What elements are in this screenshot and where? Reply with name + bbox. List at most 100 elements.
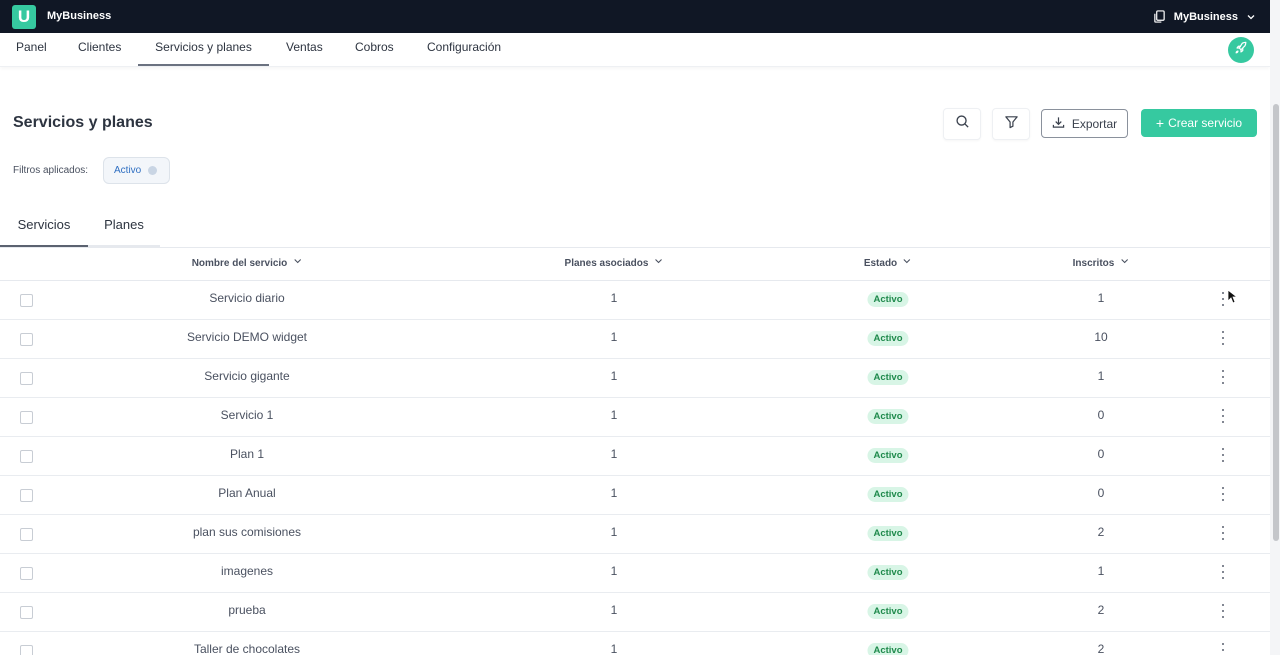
filter-icon [1004,114,1019,134]
filter-button[interactable] [992,108,1030,140]
row-checkbox[interactable] [20,567,33,580]
nav-item-cobros[interactable]: Cobros [355,33,394,65]
table-row[interactable]: Plan Anual 1 Activo 0 [0,475,1270,515]
sort-chevron-icon [653,249,663,279]
column-header-name[interactable]: Nombre del servicio [192,248,303,280]
row-menu-icon[interactable] [1219,448,1227,462]
row-menu-icon[interactable] [1219,409,1227,423]
table-row[interactable]: plan sus comisiones 1 Activo 2 [0,514,1270,554]
create-service-button[interactable]: + Crear servicio [1141,109,1257,137]
associated-plans: 1 [610,642,618,655]
row-checkbox[interactable] [20,411,33,424]
service-name: Taller de chocolates [193,642,301,655]
table-row[interactable]: Plan 1 1 Activo 0 [0,436,1270,476]
row-menu-icon[interactable] [1219,604,1227,618]
associated-plans: 1 [610,408,618,422]
service-name: Servicio diario [209,291,285,305]
row-checkbox[interactable] [20,606,33,619]
row-menu-icon[interactable] [1219,331,1227,345]
tab-servicios[interactable]: Servicios [0,210,88,247]
column-header-label: Inscritos [1072,258,1115,269]
nav-item-clientes[interactable]: Clientes [78,33,121,65]
column-header-label: Estado [863,258,898,269]
table-row[interactable]: Servicio diario 1 Activo 1 [0,280,1270,320]
service-name: plan sus comisiones [192,525,302,539]
table-row[interactable]: Servicio 1 1 Activo 0 [0,397,1270,437]
row-checkbox[interactable] [20,489,33,502]
scrollbar-thumb[interactable] [1273,104,1279,541]
associated-plans: 1 [610,525,618,539]
column-header-plans[interactable]: Planes asociados [565,248,664,280]
main-nav: Panel Clientes Servicios y planes Ventas… [0,33,1270,67]
search-icon [955,114,970,134]
nav-item-servicios-y-planes[interactable]: Servicios y planes [138,33,269,66]
table-row[interactable]: imagenes 1 Activo 1 [0,553,1270,593]
enrolled-count: 0 [1097,447,1105,461]
rocket-button[interactable] [1228,37,1254,63]
brand-name: MyBusiness [47,10,112,22]
app-logo[interactable]: U [12,5,36,29]
tab-planes[interactable]: Planes [88,210,160,247]
row-menu-icon[interactable] [1219,487,1227,501]
column-header-enrolled[interactable]: Inscritos [1073,248,1130,280]
service-name: Plan Anual [218,486,276,500]
status-badge: Activo [867,409,909,424]
rocket-icon [1234,41,1248,60]
column-header-label: Nombre del servicio [191,258,288,269]
nav-item-ventas[interactable]: Ventas [286,33,323,65]
associated-plans: 1 [610,564,618,578]
status-badge: Activo [867,565,909,580]
page-title: Servicios y planes [13,114,153,131]
enrolled-count: 2 [1097,642,1105,655]
nav-item-configuracion[interactable]: Configuración [427,33,501,65]
row-checkbox[interactable] [20,528,33,541]
row-checkbox[interactable] [20,333,33,346]
filters-label: Filtros aplicados: [13,165,89,176]
row-menu-icon[interactable] [1219,643,1227,655]
row-checkbox[interactable] [20,645,33,655]
service-name: Servicio gigante [204,369,290,383]
status-badge: Activo [867,643,909,655]
status-badge: Activo [867,448,909,463]
status-badge: Activo [867,604,909,619]
row-menu-icon[interactable] [1219,526,1227,540]
filter-chip-label: Activo [114,165,142,176]
remove-filter-icon[interactable] [148,166,158,175]
row-checkbox[interactable] [20,372,33,385]
associated-plans: 1 [610,603,618,617]
account-name: MyBusiness [1173,10,1238,23]
chevron-down-icon [1246,12,1256,22]
table-row[interactable]: Servicio gigante 1 Activo 1 [0,358,1270,398]
nav-item-panel[interactable]: Panel [16,33,47,65]
column-header-status[interactable]: Estado [864,248,912,280]
row-menu-icon[interactable] [1219,292,1227,306]
enrolled-count: 0 [1097,408,1105,422]
account-switcher[interactable]: MyBusiness [1153,0,1256,33]
create-service-label: Crear servicio [1168,116,1243,130]
table-row[interactable]: Servicio DEMO widget 1 Activo 10 [0,319,1270,359]
status-badge: Activo [867,526,909,541]
row-checkbox[interactable] [20,294,33,307]
service-name: Plan 1 [229,447,265,461]
row-checkbox[interactable] [20,450,33,463]
download-icon [1052,116,1065,132]
enrolled-count: 1 [1097,291,1105,305]
status-badge: Activo [867,487,909,502]
service-name: Servicio DEMO widget [186,330,308,344]
table-row[interactable]: prueba 1 Activo 2 [0,592,1270,632]
top-bar: U MyBusiness MyBusiness [0,0,1270,33]
associated-plans: 1 [610,330,618,344]
row-menu-icon[interactable] [1219,370,1227,384]
export-button[interactable]: Exportar [1041,109,1128,138]
search-button[interactable] [943,108,981,140]
plus-icon: + [1155,115,1165,131]
copy-icon [1153,10,1166,23]
status-badge: Activo [867,370,909,385]
filter-chip-activo[interactable]: Activo [103,157,170,184]
column-header-label: Planes asociados [564,258,649,269]
enrolled-count: 1 [1097,369,1105,383]
table-row[interactable]: Taller de chocolates 1 Activo 2 [0,631,1270,655]
status-badge: Activo [867,292,909,307]
service-name: prueba [228,603,266,617]
row-menu-icon[interactable] [1219,565,1227,579]
